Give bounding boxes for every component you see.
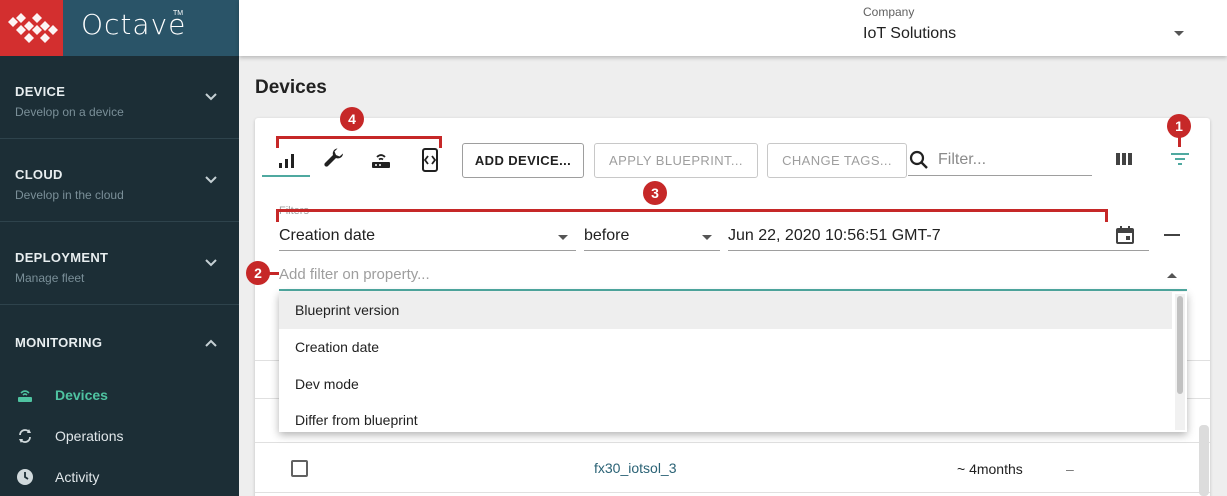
brand-area[interactable]: Octave TM xyxy=(63,0,239,56)
caret-down-icon[interactable] xyxy=(1174,31,1184,36)
callout-badge-2: 2 xyxy=(246,261,270,285)
filter-date-value: Jun 22, 2020 10:56:51 GMT-7 xyxy=(728,227,941,244)
device-name-link[interactable]: fx30_iotsol_3 xyxy=(594,460,677,476)
sidebar: Octave TM DEVICE Develop on a device CLO… xyxy=(0,0,239,496)
dropdown-scrollbar[interactable] xyxy=(1175,294,1185,430)
sidebar-item-operations[interactable]: Operations xyxy=(0,416,239,456)
filter-property-select[interactable]: Creation date xyxy=(279,223,576,251)
selected-tab-indicator xyxy=(262,175,310,177)
property-dropdown-menu: Blueprint version Creation date Dev mode… xyxy=(279,292,1187,432)
sidebar-item-devices[interactable]: Devices xyxy=(0,375,239,415)
caret-down-icon xyxy=(558,235,568,240)
logo-mark-icon xyxy=(8,13,58,43)
filter-property-value: Creation date xyxy=(279,227,376,244)
table-scrollbar[interactable] xyxy=(1199,425,1209,496)
filter-list-icon[interactable] xyxy=(1170,150,1190,168)
dropdown-option[interactable]: Dev mode xyxy=(279,366,1172,403)
device-age: ~ 4months xyxy=(957,461,1023,477)
device-extra-value: – xyxy=(1066,461,1074,477)
sidebar-section-device[interactable]: DEVICE Develop on a device xyxy=(0,57,239,139)
section-title: MONITORING xyxy=(15,335,103,350)
row-checkbox[interactable] xyxy=(291,460,308,477)
dropdown-scroll-thumb[interactable] xyxy=(1177,296,1183,394)
callout-badge-3: 3 xyxy=(643,181,667,205)
chevron-up-icon xyxy=(205,339,217,347)
code-device-icon[interactable] xyxy=(418,148,442,172)
sidebar-item-label: Activity xyxy=(55,469,100,485)
add-filter-input[interactable]: Add filter on property... xyxy=(279,262,1187,291)
sync-icon xyxy=(19,429,31,443)
apply-blueprint-button[interactable]: APPLY BLUEPRINT... xyxy=(594,143,758,178)
sidebar-item-label: Operations xyxy=(55,428,124,444)
search-field xyxy=(908,144,1092,176)
signal-bars-icon[interactable] xyxy=(275,148,299,172)
callout-stem-2 xyxy=(269,272,279,275)
dropdown-option[interactable]: Blueprint version xyxy=(279,292,1172,329)
section-title: DEVICE xyxy=(15,84,66,99)
add-device-button[interactable]: ADD DEVICE... xyxy=(462,143,584,178)
top-bar: Company IoT Solutions xyxy=(239,0,1227,56)
sidebar-item-label: Devices xyxy=(55,387,108,403)
sidebar-item-activity[interactable]: Activity xyxy=(0,457,239,496)
brand-trademark: TM xyxy=(173,10,184,17)
add-filter-placeholder: Add filter on property... xyxy=(279,266,430,283)
page-title: Devices xyxy=(255,77,327,98)
section-title: CLOUD xyxy=(15,167,63,182)
chevron-down-icon xyxy=(205,93,217,101)
filter-operator-select[interactable]: before xyxy=(584,223,720,251)
chevron-down-icon xyxy=(205,259,217,267)
sidebar-section-deployment[interactable]: DEPLOYMENT Manage fleet xyxy=(0,223,239,305)
filter-operator-value: before xyxy=(584,227,630,244)
sierra-logo[interactable] xyxy=(0,0,63,56)
company-select[interactable]: IoT Solutions xyxy=(863,25,956,43)
change-tags-button[interactable]: CHANGE TAGS... xyxy=(767,143,907,178)
router-icon[interactable] xyxy=(369,148,393,172)
section-subtitle: Develop on a device xyxy=(15,105,124,119)
section-title: DEPLOYMENT xyxy=(15,250,109,265)
callout-bracket-3 xyxy=(276,209,1108,222)
dropdown-option[interactable]: Differ from blueprint xyxy=(279,402,1172,432)
sidebar-section-monitoring[interactable]: MONITORING xyxy=(0,306,239,356)
clock-icon xyxy=(17,469,33,485)
callout-badge-1: 1 xyxy=(1167,114,1191,138)
section-subtitle: Manage fleet xyxy=(15,271,85,285)
sidebar-section-cloud[interactable]: CLOUD Develop in the cloud xyxy=(0,140,239,222)
dropdown-option[interactable]: Creation date xyxy=(279,329,1172,366)
caret-up-icon xyxy=(1167,273,1177,278)
callout-badge-4: 4 xyxy=(340,107,364,131)
search-icon xyxy=(909,150,928,169)
section-subtitle: Develop in the cloud xyxy=(15,188,124,202)
search-input[interactable] xyxy=(938,148,1088,172)
columns-icon[interactable] xyxy=(1114,150,1134,168)
brand-name: Octave xyxy=(81,8,187,41)
table-divider xyxy=(255,442,1210,443)
callout-bracket-4 xyxy=(276,136,442,148)
chevron-down-icon xyxy=(205,176,217,184)
wrench-icon[interactable] xyxy=(322,147,346,171)
company-label: Company xyxy=(863,5,915,19)
calendar-icon[interactable] xyxy=(1115,225,1135,245)
filter-date-input[interactable]: Jun 22, 2020 10:56:51 GMT-7 xyxy=(728,223,1149,251)
table-divider xyxy=(255,492,1210,493)
router-icon xyxy=(18,390,32,402)
caret-down-icon xyxy=(702,235,712,240)
callout-stem-1 xyxy=(1178,137,1181,147)
remove-filter-icon[interactable] xyxy=(1164,234,1180,236)
